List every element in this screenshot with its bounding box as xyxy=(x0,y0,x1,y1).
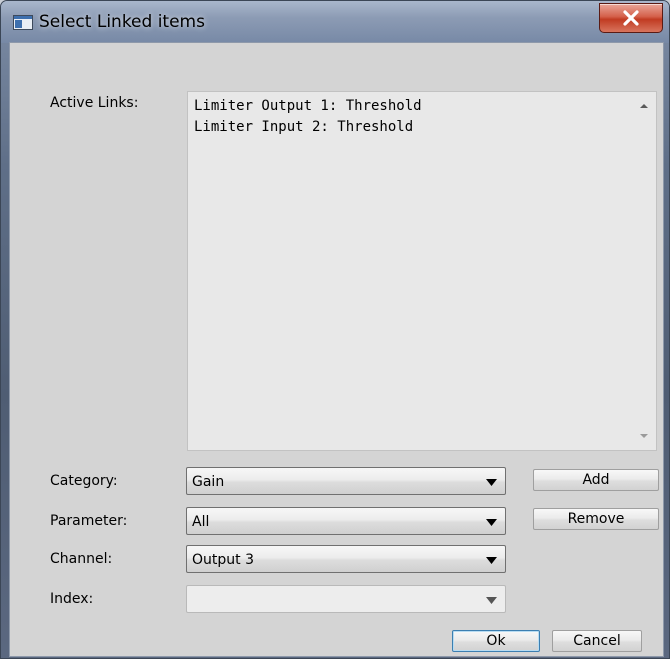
dialog-window: Select Linked items Active Links: Limite… xyxy=(0,0,670,659)
dialog-client-area: Active Links: Limiter Output 1: Threshol… xyxy=(9,42,664,657)
index-dropdown[interactable] xyxy=(186,585,506,613)
chevron-down-icon xyxy=(486,519,497,526)
chevron-down-icon xyxy=(486,597,497,604)
parameter-dropdown[interactable]: All xyxy=(186,507,506,535)
ok-button[interactable]: Ok xyxy=(452,630,540,652)
active-links-label: Active Links: xyxy=(50,95,139,111)
chevron-down-icon xyxy=(486,557,497,564)
list-item[interactable]: Limiter Input 2: Threshold xyxy=(194,119,413,135)
close-icon xyxy=(623,10,639,26)
close-button[interactable] xyxy=(599,3,663,33)
channel-label: Channel: xyxy=(50,551,113,567)
title-bar[interactable]: Select Linked items xyxy=(1,1,669,43)
parameter-label: Parameter: xyxy=(50,513,128,529)
channel-dropdown[interactable]: Output 3 xyxy=(186,545,506,573)
category-dropdown[interactable]: Gain xyxy=(186,467,506,495)
cancel-button[interactable]: Cancel xyxy=(552,630,642,652)
scroll-up-arrow-icon[interactable] xyxy=(636,98,652,114)
window-title: Select Linked items xyxy=(39,12,205,32)
category-label: Category: xyxy=(50,473,118,489)
category-value: Gain xyxy=(192,474,225,490)
parameter-value: All xyxy=(192,514,210,530)
channel-value: Output 3 xyxy=(192,552,254,568)
chevron-down-icon xyxy=(486,479,497,486)
index-label: Index: xyxy=(50,591,94,607)
app-window-icon xyxy=(13,15,33,30)
remove-button[interactable]: Remove xyxy=(533,508,659,530)
list-item[interactable]: Limiter Output 1: Threshold xyxy=(194,98,422,114)
add-button[interactable]: Add xyxy=(533,469,659,491)
active-links-list[interactable]: Limiter Output 1: Threshold Limiter Inpu… xyxy=(187,91,657,451)
scroll-down-arrow-icon[interactable] xyxy=(636,428,652,444)
